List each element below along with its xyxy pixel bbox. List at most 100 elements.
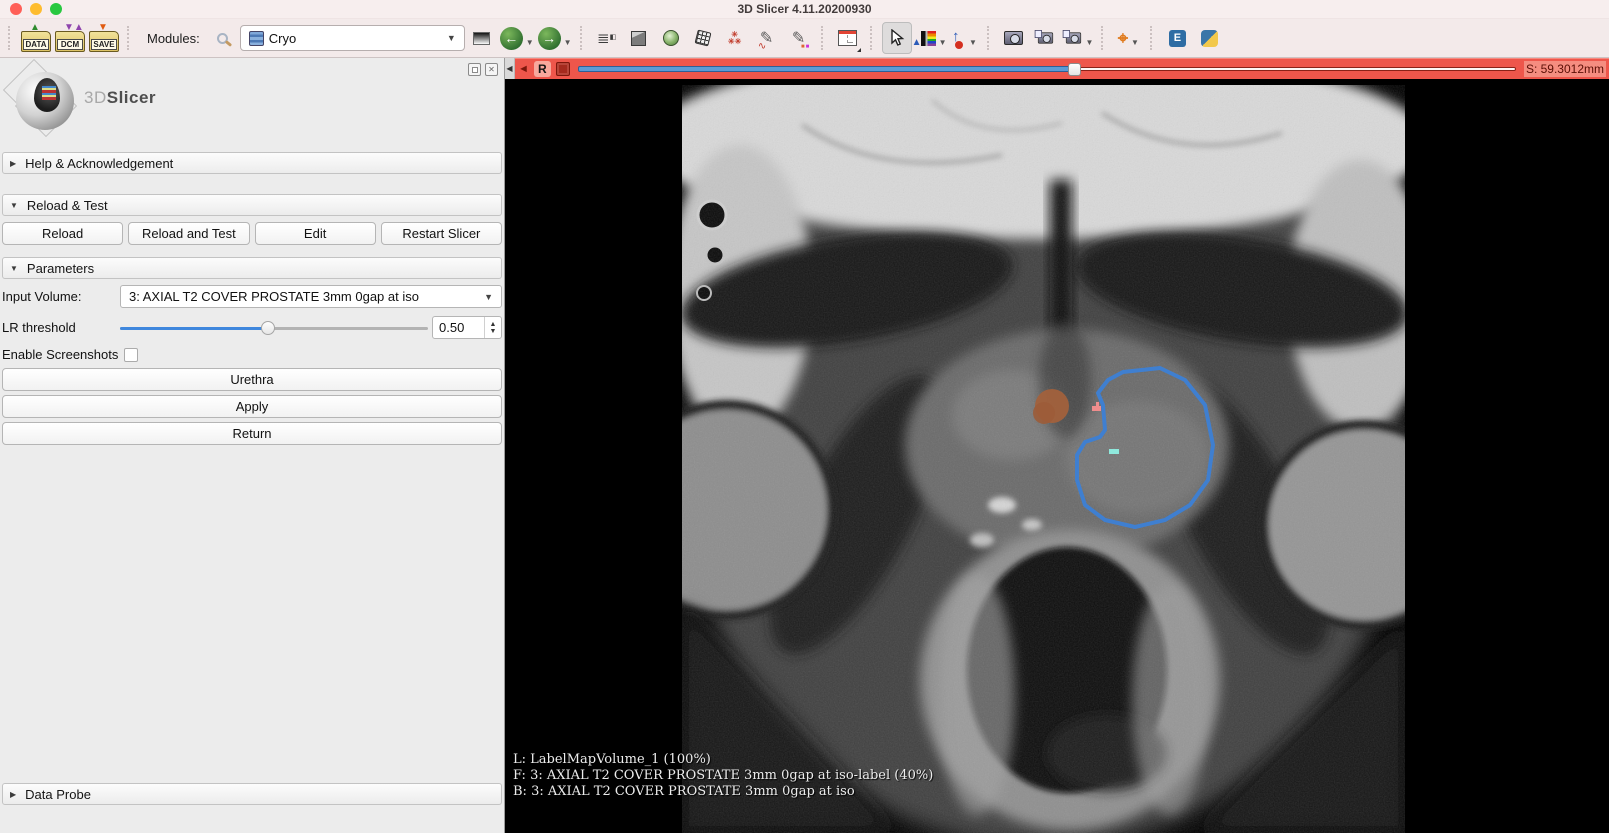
colors-button[interactable]: ▼ [914, 22, 948, 54]
crosshair-icon: ⌖ [1118, 30, 1128, 46]
toolbar-grip[interactable] [1150, 26, 1155, 50]
main-toolbar: ▲ DATA ▼▲ DCM ▼ SAVE Modules: Cryo ▼ ←▼ … [0, 18, 1609, 58]
module-history-button[interactable] [467, 22, 497, 54]
toolbar-grip[interactable] [8, 26, 13, 50]
collapsed-triangle-icon: ▶ [10, 790, 16, 799]
spinbox-arrows[interactable]: ▲▼ [484, 317, 501, 338]
chevron-down-icon: ▼ [447, 33, 456, 43]
module-forward-button[interactable]: →▼ [537, 22, 573, 54]
input-volume-selector[interactable]: 3: AXIAL T2 COVER PROSTATE 3mm 0gap at i… [120, 285, 502, 308]
scene-camera-restore-icon [1065, 32, 1080, 43]
fiducial-arrow-icon: ↑ [952, 28, 966, 48]
slider-handle[interactable] [261, 321, 275, 335]
volume-rendering-button[interactable] [656, 22, 686, 54]
load-data-button[interactable]: ▲ DATA [20, 22, 52, 54]
scene-view-restore-button[interactable]: ▼ [1063, 22, 1095, 54]
subject-hierarchy-button[interactable]: ≣◧ [592, 22, 622, 54]
toolbar-grip[interactable] [1101, 26, 1106, 50]
red-slice-view: ◀ ◄ R S: 59.3012mm [505, 58, 1609, 833]
toolbar-grip[interactable] [127, 26, 132, 50]
hierarchy-tree-icon: ≣◧ [597, 31, 616, 46]
extensions-icon: E [1169, 30, 1186, 47]
toolbar-grip[interactable] [870, 26, 875, 50]
pin-icon[interactable]: ◄ [518, 64, 529, 75]
lr-threshold-spinbox[interactable]: 0.50 ▲▼ [432, 316, 502, 339]
cube-icon [631, 31, 646, 46]
slice-canvas[interactable]: L: LabelMapVolume_1 (100%) F: 3: AXIAL T… [505, 79, 1609, 833]
reload-test-section[interactable]: ▼ Reload & Test [2, 194, 502, 216]
enable-screenshots-checkbox[interactable] [124, 348, 138, 362]
section-label: Help & Acknowledgement [25, 156, 173, 171]
overlay-foreground-layer: F: 3: AXIAL T2 COVER PROSTATE 3mm 0gap a… [513, 768, 933, 784]
python-console-button[interactable] [1194, 22, 1224, 54]
chevron-down-icon: ▼ [1086, 38, 1094, 47]
capture-screenshot-button[interactable] [999, 22, 1029, 54]
expanded-triangle-icon: ▼ [10, 264, 18, 273]
main-area: ✕ 3DSlicer ▶ Help & Acknowledgement ▼ Re… [0, 58, 1609, 833]
slicer-logo: 3DSlicer [2, 58, 502, 150]
pink-marker [1096, 402, 1099, 406]
models-button[interactable] [688, 22, 718, 54]
restart-slicer-button[interactable]: Restart Slicer [381, 222, 502, 245]
data-module-button[interactable] [624, 22, 654, 54]
sphere-icon [663, 30, 679, 46]
scene-view-save-button[interactable] [1031, 22, 1061, 54]
enable-screenshots-label: Enable Screenshots [2, 347, 118, 362]
layout-selector-button[interactable] [833, 22, 863, 54]
section-label: Reload & Test [27, 198, 108, 213]
lr-threshold-value: 0.50 [433, 317, 484, 338]
save-icon: ▼ SAVE [89, 31, 119, 52]
help-acknowledgement-section[interactable]: ▶ Help & Acknowledgement [2, 152, 502, 174]
module-back-button[interactable]: ←▼ [499, 22, 535, 54]
import-dicom-button[interactable]: ▼▲ DCM [54, 22, 86, 54]
markups-button[interactable]: ✳✳✳ [720, 22, 750, 54]
edit-button[interactable]: Edit [255, 222, 376, 245]
load-data-icon: ▲ DATA [21, 31, 51, 52]
reload-button[interactable]: Reload [2, 222, 123, 245]
mesh-icon [694, 30, 711, 47]
ablation-label-blob [1033, 402, 1055, 424]
reload-and-test-button[interactable]: Reload and Test [128, 222, 249, 245]
return-button[interactable]: Return [2, 422, 502, 445]
module-search-button[interactable] [208, 22, 238, 54]
collapsed-triangle-icon: ▶ [10, 159, 16, 168]
chevron-down-icon: ▼ [969, 38, 977, 47]
slice-offset-handle[interactable] [1068, 63, 1081, 76]
apply-button[interactable]: Apply [2, 395, 502, 418]
toolbar-grip[interactable] [987, 26, 992, 50]
toolbar-grip[interactable] [580, 26, 585, 50]
cyan-marker [1109, 449, 1119, 454]
annotations-button[interactable]: ✎∿ [752, 22, 782, 54]
pencil-colors-icon: ✎■■ [792, 28, 805, 48]
slicer-logo-icon [10, 66, 76, 138]
extensions-manager-button[interactable]: E [1162, 22, 1192, 54]
chevron-down-icon: ▼ [484, 292, 493, 302]
collapse-controller-button[interactable]: ◀ [505, 58, 515, 79]
slice-offset-value: S: 59.3012mm [1524, 61, 1606, 77]
slice-menu-icon[interactable] [556, 62, 570, 76]
scene-camera-icon [1038, 32, 1053, 43]
dicom-icon: ▼▲ DCM [55, 31, 85, 52]
module-selector[interactable]: Cryo ▼ [240, 25, 465, 51]
toolbar-grip[interactable] [821, 26, 826, 50]
parameters-section[interactable]: ▼ Parameters [2, 257, 502, 279]
mouse-interaction-button[interactable] [882, 22, 912, 54]
data-probe-section[interactable]: ▶ Data Probe [2, 783, 502, 805]
module-selector-value: Cryo [269, 31, 296, 46]
layout-icon [838, 30, 857, 46]
save-button[interactable]: ▼ SAVE [88, 22, 120, 54]
crosshair-button[interactable]: ⌖ ▼ [1113, 22, 1143, 54]
slice-offset-slider[interactable] [578, 61, 1516, 77]
slice-orientation-badge[interactable]: R [534, 61, 551, 77]
input-volume-value: 3: AXIAL T2 COVER PROSTATE 3mm 0gap at i… [129, 289, 419, 304]
section-label: Data Probe [25, 787, 91, 802]
lr-threshold-slider[interactable] [120, 318, 428, 338]
slicer-logo-text: 3DSlicer [84, 88, 156, 108]
urethra-button[interactable]: Urethra [2, 368, 502, 391]
search-icon [217, 33, 228, 44]
segment-editor-button[interactable]: ✎■■ [784, 22, 814, 54]
mri-axial-image[interactable] [682, 85, 1405, 833]
red-slice-controller-bar: ◄ R S: 59.3012mm [515, 58, 1609, 79]
place-fiducial-button[interactable]: ↑ ▼ [950, 22, 980, 54]
window-title: 3D Slicer 4.11.20200930 [0, 2, 1609, 16]
